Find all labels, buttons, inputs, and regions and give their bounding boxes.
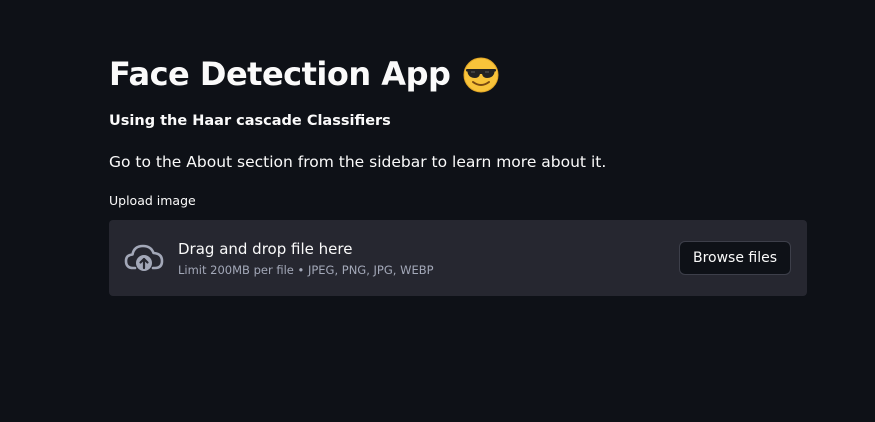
subtitle: Using the Haar cascade Classifiers: [109, 113, 391, 129]
smiling-face-with-sunglasses-icon: [463, 57, 499, 93]
file-dropzone[interactable]: Drag and drop file here Limit 200MB per …: [109, 220, 807, 296]
cloud-upload-icon: [124, 244, 164, 271]
browse-files-button[interactable]: Browse files: [679, 241, 791, 275]
dropzone-text: Drag and drop file here Limit 200MB per …: [178, 238, 434, 279]
dropzone-limit-text: Limit 200MB per file • JPEG, PNG, JPG, W…: [178, 263, 434, 277]
page-title: Face Detection App: [109, 55, 451, 93]
title-row: Face Detection App: [109, 52, 499, 96]
description-text: Go to the About section from the sidebar…: [109, 153, 607, 171]
upload-image-label: Upload image: [109, 193, 196, 208]
dropzone-title: Drag and drop file here: [178, 240, 353, 258]
